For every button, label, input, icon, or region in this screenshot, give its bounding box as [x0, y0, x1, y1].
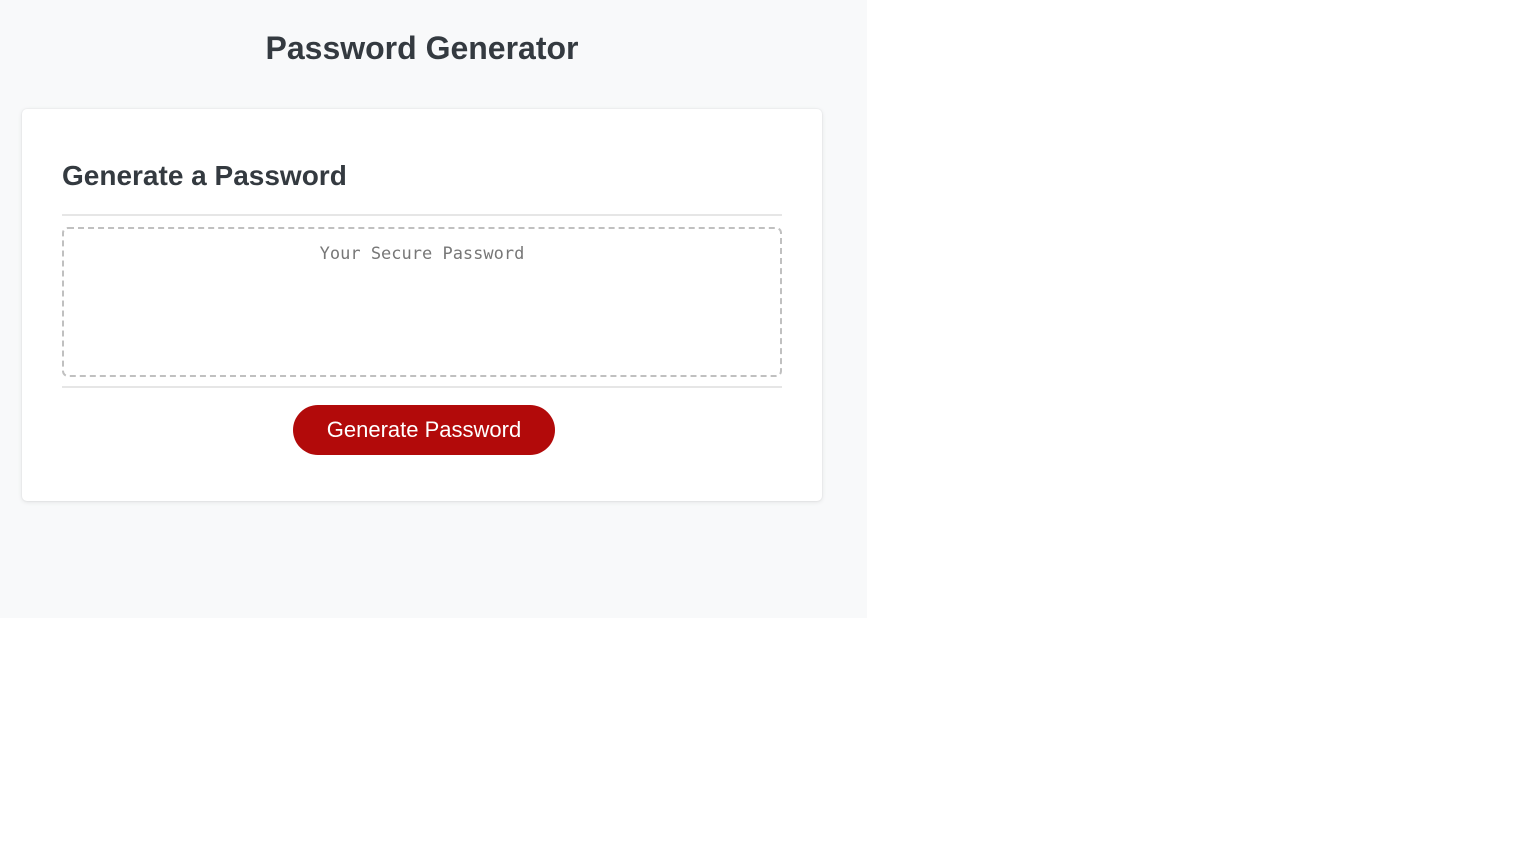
- page-wrapper: Password Generator Generate a Password G…: [0, 0, 867, 618]
- card-header: Generate a Password: [62, 160, 347, 191]
- header-divider: [62, 214, 782, 216]
- password-card: Generate a Password Generate Password: [22, 109, 822, 501]
- page-title: Password Generator: [265, 30, 579, 66]
- password-output-field[interactable]: [62, 227, 782, 377]
- generate-password-button[interactable]: Generate Password: [293, 405, 555, 455]
- footer-divider: [62, 386, 782, 388]
